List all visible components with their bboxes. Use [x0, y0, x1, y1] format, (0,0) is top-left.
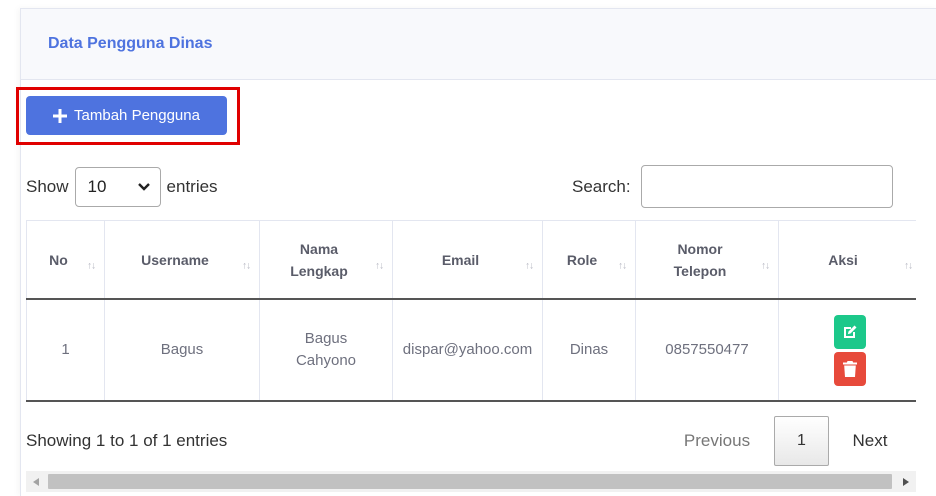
horizontal-scrollbar[interactable] [26, 471, 916, 492]
scroll-left-arrow-icon[interactable] [26, 471, 46, 492]
col-header-nama-lengkap[interactable]: Nama Lengkap ↑↓ [259, 220, 393, 300]
entries-label: entries [166, 177, 218, 196]
entries-info: Showing 1 to 1 of 1 entries [26, 431, 228, 450]
entries-selected-value: 10 [87, 177, 107, 196]
sort-icon: ↑↓ [375, 260, 384, 272]
sort-icon: ↑↓ [525, 260, 534, 272]
cell-telepon: 0857550477 [635, 299, 779, 402]
sort-icon: ↑↓ [87, 260, 96, 272]
cell-no: 1 [26, 299, 105, 402]
col-header-no[interactable]: No ↑↓ [26, 220, 105, 300]
chevron-down-icon [137, 183, 150, 191]
sort-icon: ↑↓ [904, 260, 913, 272]
search-input[interactable] [640, 165, 893, 208]
cell-nama-lengkap: Bagus Cahyono [259, 299, 393, 402]
edit-icon [834, 324, 866, 340]
pagination: Previous 1 Next [660, 416, 911, 466]
cell-role: Dinas [542, 299, 636, 402]
sort-icon: ↑↓ [242, 260, 251, 272]
table-row: 1 Bagus Bagus Cahyono dispar@yahoo.com Di… [26, 299, 916, 402]
cell-username: Bagus [104, 299, 260, 402]
col-header-role[interactable]: Role ↑↓ [542, 220, 636, 300]
edit-button[interactable] [834, 314, 866, 349]
add-user-button[interactable]: Tambah Pengguna [26, 96, 227, 135]
show-label: Show [26, 177, 69, 196]
sort-icon: ↑↓ [761, 260, 770, 272]
scroll-right-arrow-icon[interactable] [896, 471, 916, 492]
col-header-email[interactable]: Email ↑↓ [392, 220, 543, 300]
scrollbar-thumb[interactable] [48, 474, 892, 489]
page-title: Data Pengguna Dinas [48, 35, 213, 52]
plus-icon [53, 108, 68, 123]
users-table-container: No ↑↓ Username ↑↓ Nama Lengkap ↑↓ Email ↑↓ Ro… [26, 220, 916, 404]
pagination-page-1[interactable]: 1 [774, 416, 829, 466]
users-table: No ↑↓ Username ↑↓ Nama Lengkap ↑↓ Email ↑↓ Ro… [26, 220, 916, 402]
delete-button[interactable] [834, 351, 866, 386]
search-label: Search: [572, 176, 631, 196]
table-header-row: No ↑↓ Username ↑↓ Nama Lengkap ↑↓ Email ↑↓ Ro… [26, 220, 916, 300]
cell-aksi [778, 299, 916, 402]
pagination-previous[interactable]: Previous [660, 431, 774, 451]
entries-length: Show 10 entries [26, 166, 218, 208]
card-header: Data Pengguna Dinas [21, 9, 936, 80]
col-header-username[interactable]: Username ↑↓ [104, 220, 260, 300]
pagination-next[interactable]: Next [829, 431, 911, 451]
trash-icon [834, 360, 866, 377]
search-area: Search: [572, 164, 893, 209]
entries-select[interactable]: 10 [74, 167, 161, 207]
sort-icon: ↑↓ [618, 260, 627, 272]
col-header-aksi[interactable]: Aksi ↑↓ [778, 220, 916, 300]
add-user-label: Tambah Pengguna [74, 107, 200, 124]
cell-email: dispar@yahoo.com [392, 299, 543, 402]
col-header-nomor-telepon[interactable]: Nomor Telepon ↑↓ [635, 220, 779, 300]
